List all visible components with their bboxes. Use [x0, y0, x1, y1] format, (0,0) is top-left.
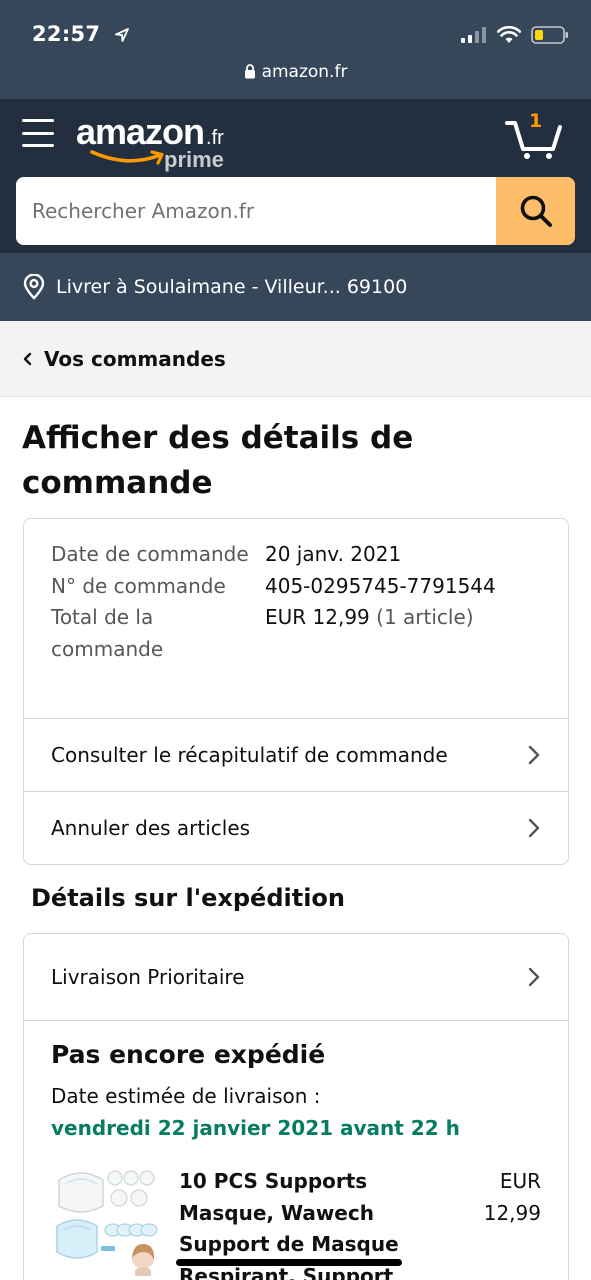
product-image	[51, 1166, 161, 1276]
battery-icon	[531, 26, 568, 44]
status-bar: 22:57 amazon.fr	[0, 0, 591, 99]
order-summary-link[interactable]: Consulter le récapitulatif de commande	[24, 718, 568, 791]
order-number-row: N° de commande 405-0295745-7791544	[51, 571, 496, 603]
delivery-location[interactable]: Livrer à Soulaimane - Villeur... 69100	[0, 253, 591, 321]
cart-button[interactable]: 1	[505, 110, 563, 159]
site-header: amazon .fr prime 1	[0, 99, 591, 253]
delivery-location-text: Livrer à Soulaimane - Villeur... 69100	[56, 276, 408, 298]
amazon-smile-icon	[90, 150, 164, 165]
order-summary-label: Consulter le récapitulatif de commande	[51, 743, 448, 767]
url-bar[interactable]: amazon.fr	[0, 62, 591, 82]
status-indicators	[461, 26, 569, 44]
lock-icon	[244, 64, 255, 79]
order-info-card: Date de commande 20 janv. 2021 N° de com…	[23, 518, 569, 865]
order-info: Date de commande 20 janv. 2021 N° de com…	[51, 539, 496, 665]
back-to-orders[interactable]: Vos commandes	[0, 321, 591, 397]
location-arrow-icon	[115, 28, 129, 42]
chevron-right-icon	[528, 818, 540, 838]
price-value: 12,99	[483, 1200, 541, 1225]
signal-icon	[461, 27, 486, 43]
product-thumbnail[interactable]	[51, 1166, 161, 1276]
shipping-method-link[interactable]: Livraison Prioritaire	[24, 934, 568, 1021]
shipping-method-label: Livraison Prioritaire	[51, 965, 245, 989]
chevron-right-icon	[528, 745, 540, 765]
shipment-status: Pas encore expédié	[51, 1040, 326, 1069]
cancel-items-label: Annuler des articles	[51, 816, 251, 840]
search-input[interactable]	[16, 177, 496, 245]
chevron-right-icon	[528, 967, 540, 987]
shipping-section-title: Détails sur l'expédition	[31, 884, 345, 912]
logo-tld: .fr	[206, 127, 224, 149]
cancel-items-link[interactable]: Annuler des articles	[24, 791, 568, 864]
order-item-count: (1 article)	[376, 605, 474, 630]
cart-count: 1	[529, 110, 543, 132]
order-total-row: Total de la commande EUR 12,99 (1 articl…	[51, 602, 496, 665]
time-text: 22:57	[32, 22, 101, 46]
status-time: 22:57	[32, 22, 130, 46]
page-title: Afficher des détails de commande	[22, 420, 414, 501]
order-date-label: Date de commande	[51, 542, 249, 566]
location-pin-icon	[23, 274, 45, 300]
search-icon	[520, 195, 552, 227]
breadcrumb-label: Vos commandes	[44, 346, 226, 371]
search-button[interactable]	[496, 177, 575, 245]
url-text: amazon.fr	[261, 62, 348, 82]
estimate-label: Date estimée de livraison :	[51, 1084, 321, 1108]
wifi-icon	[497, 26, 521, 43]
order-number-label: N° de commande	[51, 573, 226, 598]
price-currency: EUR	[499, 1169, 541, 1193]
search-bar	[16, 177, 575, 245]
amazon-prime-logo[interactable]: amazon .fr prime	[76, 111, 224, 172]
shipment-card: Livraison Prioritaire Pas encore expédié…	[23, 933, 569, 1280]
order-date-row: Date de commande 20 janv. 2021	[51, 539, 496, 571]
logo-prime: prime	[164, 147, 224, 172]
estimate-date: vendredi 22 janvier 2021 avant 22 h	[51, 1116, 460, 1140]
logo-word: amazon	[76, 111, 205, 152]
annotation-underline	[176, 1259, 402, 1266]
order-total-amount: EUR 12,99	[265, 605, 370, 630]
order-total-label: Total de la commande	[51, 605, 164, 661]
menu-icon[interactable]	[22, 118, 54, 148]
chevron-left-icon	[23, 352, 32, 365]
order-number-value: 405-0295745-7791544	[265, 573, 496, 598]
order-total-value: EUR 12,99 (1 article)	[265, 602, 474, 665]
product-price: EUR 12,99	[441, 1166, 541, 1229]
order-date-value: 20 janv. 2021	[265, 542, 402, 566]
